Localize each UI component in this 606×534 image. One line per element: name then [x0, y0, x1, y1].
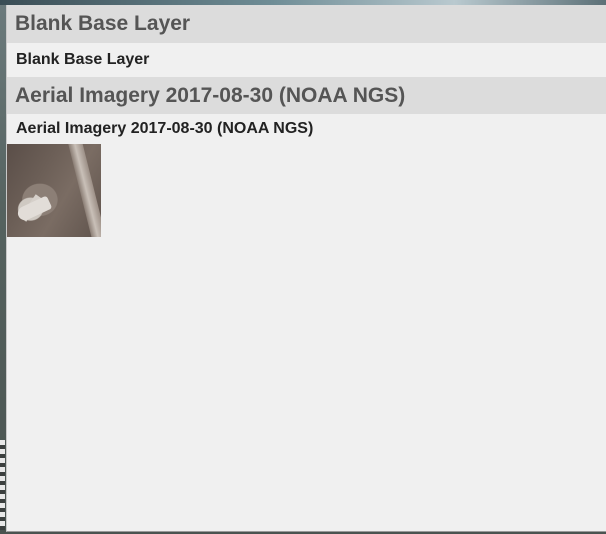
- group-header-blank-base-layer: Blank Base Layer: [7, 5, 606, 43]
- base-layer-panel: Blank Base Layer Blank Base Layer Aerial…: [6, 5, 606, 532]
- layer-option-aerial-imagery[interactable]: Aerial Imagery 2017-08-30 (NOAA NGS): [7, 114, 606, 144]
- aerial-imagery-thumbnail-icon[interactable]: [7, 144, 101, 237]
- group-header-aerial-imagery: Aerial Imagery 2017-08-30 (NOAA NGS): [7, 77, 606, 114]
- map-scale-edge: [0, 440, 5, 530]
- thumbnail-road: [67, 144, 101, 237]
- layer-option-blank-base-layer[interactable]: Blank Base Layer: [7, 43, 606, 77]
